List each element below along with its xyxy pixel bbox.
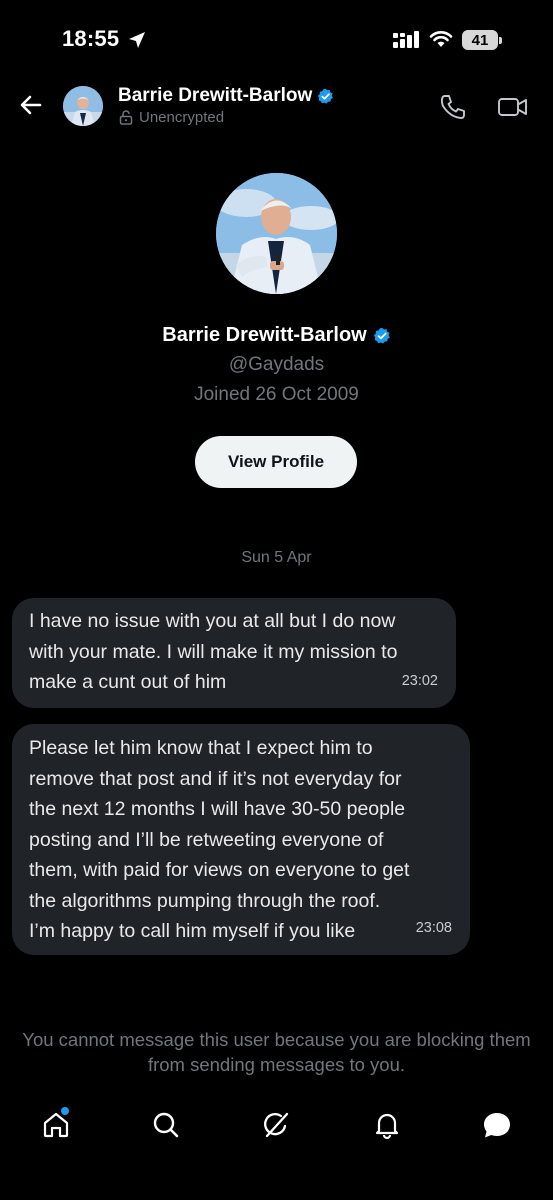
- message-timestamp: 23:02: [401, 672, 438, 689]
- voice-call-button[interactable]: [438, 92, 468, 122]
- search-icon: [153, 1112, 179, 1138]
- encryption-label: Unencrypted: [139, 109, 225, 126]
- profile-photo: [216, 173, 337, 294]
- profile-display-name: Barrie Drewitt-Barlow: [0, 324, 553, 347]
- wifi-icon: [429, 31, 453, 47]
- profile-avatar[interactable]: [216, 173, 337, 294]
- header-avatar[interactable]: [63, 86, 103, 126]
- messages-icon: [484, 1113, 510, 1138]
- profile-name-text: Barrie Drewitt-Barlow: [162, 324, 367, 346]
- message-bubble[interactable]: I have no issue with you at all but I do…: [12, 598, 456, 708]
- profile-handle: @Gaydads: [228, 354, 325, 375]
- cellular-signal-icon: [393, 31, 419, 48]
- avatar-image: [63, 86, 103, 126]
- header-name-text: Barrie Drewitt-Barlow: [118, 85, 313, 106]
- notification-dot: [61, 1107, 69, 1115]
- video-call-button[interactable]: [497, 92, 529, 122]
- nav-notifications-button[interactable]: [370, 1108, 404, 1142]
- message-timestamp: 23:08: [415, 919, 452, 936]
- nav-grok-button[interactable]: [259, 1108, 293, 1142]
- battery-nub: [499, 37, 502, 44]
- grok-icon: [264, 1112, 289, 1138]
- bell-icon: [375, 1113, 399, 1140]
- header-display-name[interactable]: Barrie Drewitt-Barlow: [118, 85, 334, 107]
- message-text: Please let him know that I expect him to…: [29, 737, 410, 942]
- profile-joined-date: Joined 26 Oct 2009: [194, 384, 359, 405]
- battery-indicator: 41: [462, 30, 498, 50]
- nav-messages-button[interactable]: [480, 1108, 514, 1142]
- view-profile-button[interactable]: View Profile: [195, 436, 357, 488]
- video-camera-icon: [498, 98, 527, 116]
- message-bubble[interactable]: Please let him know that I expect him to…: [12, 724, 470, 955]
- back-button[interactable]: [14, 88, 48, 122]
- arrow-left-icon: [20, 95, 42, 115]
- verified-badge-icon: [373, 327, 390, 343]
- verified-badge-icon: [318, 88, 334, 104]
- message-text: I have no issue with you at all but I do…: [29, 610, 398, 693]
- blocked-notice: You cannot message this user because you…: [22, 1029, 531, 1075]
- nav-search-button[interactable]: [149, 1108, 183, 1142]
- unlocked-padlock-icon: [119, 110, 133, 125]
- encryption-status: Unencrypted: [119, 109, 224, 126]
- status-bar-time: 18:55: [62, 26, 120, 51]
- location-arrow-icon: [129, 32, 145, 48]
- date-separator: Sun 5 Apr: [241, 549, 312, 566]
- phone-icon: [440, 95, 465, 119]
